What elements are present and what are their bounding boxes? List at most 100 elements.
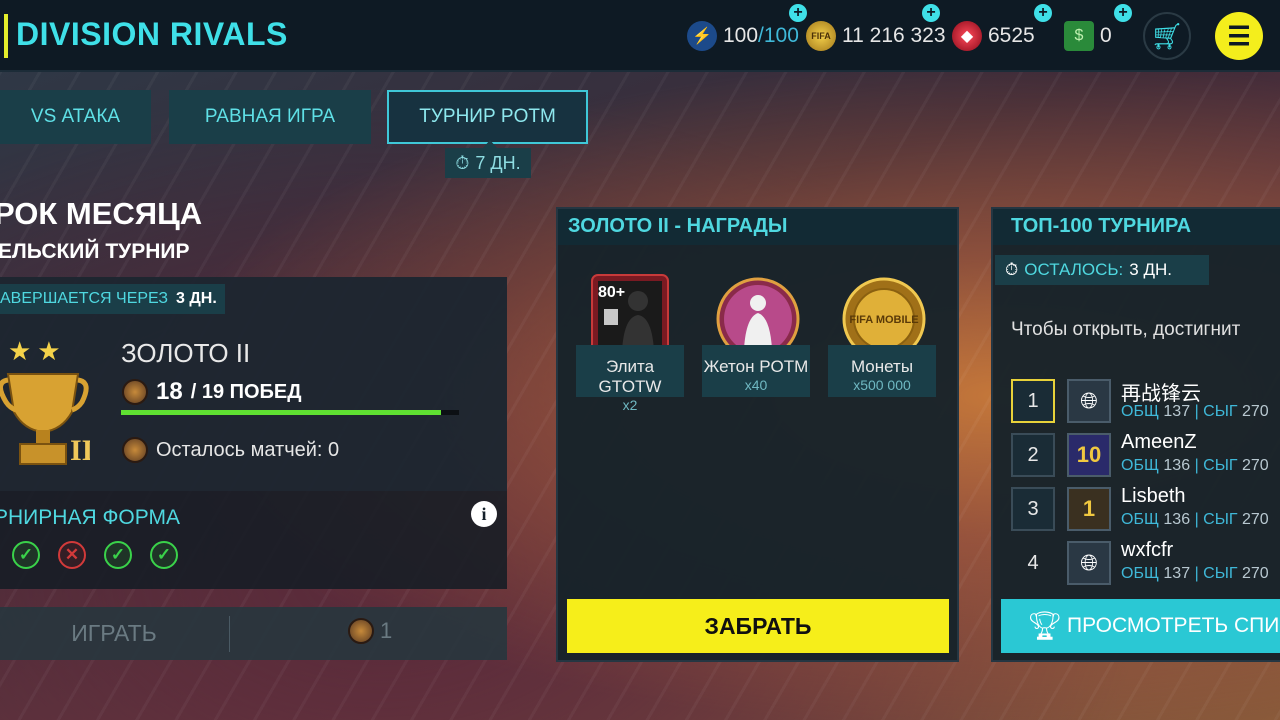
energy-max: /100 (758, 24, 799, 47)
claim-button[interactable]: ЗАБРАТЬ (567, 599, 949, 653)
play-cost-value: 1 (380, 618, 393, 643)
play-divider (229, 616, 230, 652)
player-stats: ОБЩ 137 | СЫГ 270 (1121, 565, 1269, 582)
wins-current: 18 (156, 378, 183, 405)
gem-icon: ◆ (952, 21, 982, 51)
tier-stars: ★★ (8, 336, 67, 366)
ends-label: АВЕРШАЕТСЯ ЧЕРЕЗ (0, 290, 169, 307)
cart-icon: 🛒︎ (1150, 20, 1184, 51)
leaderboard-row[interactable]: 1 🌐︎ 再战锋云 ОБЩ 137 | СЫГ 270 (1009, 377, 1280, 425)
player-name: Lisbeth (1121, 485, 1186, 507)
reward-item[interactable]: Монеты x500 000 (828, 345, 936, 397)
tab-vs-attack[interactable]: VS АТАКА (0, 90, 151, 144)
wins-progress-fill (121, 410, 442, 415)
matches-left-row: Осталось матчей: 0 (122, 437, 339, 463)
leaderboard-row[interactable]: 4 🌐︎ wxfcfr ОБЩ 137 | СЫГ 270 (1009, 539, 1280, 587)
trophy-icon: II (0, 373, 90, 467)
top-bar: DIVISION RIVALS ⚡ 100/100 + FIFA 11 216 … (0, 0, 1280, 72)
win-check-icon: ✓ (12, 541, 40, 569)
leaderboard-row[interactable]: 2 10 AmeenZ ОБЩ 136 | СЫГ 270 (1009, 431, 1280, 479)
cash-counter[interactable]: $ 0 + (1064, 4, 1132, 52)
tab-timer: ⏱ 7 ДН. (445, 140, 531, 178)
leaderboard-row[interactable]: 3 1 Lisbeth ОБЩ 136 | СЫГ 270 (1009, 485, 1280, 533)
tab-timer-value: 7 ДН. (475, 152, 521, 173)
trophy-medal-icon (122, 379, 148, 405)
match-token-icon (348, 618, 374, 644)
trophy-icon: 🏆︎ (1027, 610, 1063, 641)
play-button[interactable]: ИГРАТЬ (0, 607, 228, 660)
objectives-menu-button[interactable]: ☰ (1215, 12, 1263, 60)
add-cash-button[interactable]: + (1114, 4, 1132, 22)
coins-counter[interactable]: FIFA 11 216 323 + (806, 4, 946, 52)
tab-potm-tournament[interactable]: ТУРНИР POTM (387, 90, 588, 144)
globe-avatar-icon: 🌐︎ (1067, 379, 1111, 423)
event-title: РОК МЕСЯЦА (0, 196, 203, 231)
top100-title: ТОП-100 ТУРНИРА (993, 209, 1280, 245)
page-title: DIVISION RIVALS (16, 16, 288, 52)
remain-label: ОСТАЛОСЬ: (1024, 260, 1124, 279)
top100-panel: ТОП-100 ТУРНИРА ⏱ ОСТАЛОСЬ: 3 ДН. Чтобы … (991, 207, 1280, 662)
ends-value: 3 ДН. (176, 290, 217, 307)
play-cost: 1 (348, 618, 392, 644)
trophy-numeral: II (70, 434, 90, 467)
add-gems-button[interactable]: + (1034, 4, 1052, 22)
checklist-icon: ☰ (1227, 20, 1251, 51)
wins-progress-bar (121, 410, 459, 415)
info-icon[interactable]: i (471, 501, 497, 527)
form-label: РНИРНАЯ ФОРМА (0, 506, 181, 529)
reward-name: Монеты (850, 357, 914, 376)
coin-label: FIFA MOBILE (849, 314, 918, 326)
loss-cross-icon: ✕ (58, 541, 86, 569)
gems-counter[interactable]: ◆ 6525 + (952, 4, 1052, 52)
tier-name: ЗОЛОТО II (121, 338, 251, 368)
lightning-icon: ⚡ (687, 21, 717, 51)
tab-head-to-head[interactable]: РАВНАЯ ИГРА (169, 90, 371, 144)
rewards-panel: ЗОЛОТО II - НАГРАДЫ 80+ Элита GTOTW x2 Ж… (556, 207, 959, 662)
reward-item[interactable]: Элита GTOTW x2 (576, 345, 684, 413)
view-list-label: ПРОСМОТРЕТЬ СПИ (1067, 614, 1280, 637)
wins-total: / 19 ПОБЕД (190, 380, 302, 403)
wins-row: 18 / 19 ПОБЕД (122, 378, 302, 406)
coin-icon: FIFA (806, 21, 836, 51)
reward-name: Жетон POTM (703, 357, 809, 376)
stopwatch-icon: ⏱ (455, 152, 470, 173)
form-results: ✓ ✕ ✓ ✓ (12, 541, 178, 569)
rank-badge: 1 (1011, 379, 1055, 423)
elite-pack-badge: 80+ (598, 284, 625, 301)
reward-name: Элита GTOTW (598, 357, 662, 396)
player-name: wxfcfr (1121, 539, 1174, 561)
rank-badge: 3 (1011, 487, 1055, 531)
energy-counter[interactable]: ⚡ 100/100 + (687, 4, 807, 52)
event-subtitle: ЕЛЬСКИЙ ТУРНИР (0, 240, 190, 263)
unlock-hint: Чтобы открыть, достигнит (1011, 319, 1241, 340)
player-name: 再战锋云 (1121, 383, 1201, 405)
rewards-title: ЗОЛОТО II - НАГРАДЫ (558, 209, 957, 245)
win-check-icon: ✓ (104, 541, 132, 569)
reward-qty: x40 (744, 377, 768, 393)
globe-avatar-icon: 🌐︎ (1067, 541, 1111, 585)
add-coins-button[interactable]: + (922, 4, 940, 22)
gems-value: 6525 (988, 24, 1035, 47)
cash-value: 0 (1100, 24, 1112, 47)
reward-qty: x2 (622, 397, 638, 413)
remain-value: 3 ДН. (1129, 260, 1172, 279)
reward-item[interactable]: Жетон POTM x40 (702, 345, 810, 397)
rank-badge: 4 (1027, 551, 1039, 574)
player-stats: ОБЩ 137 | СЫГ 270 (1121, 403, 1269, 420)
reward-qty: x500 000 (853, 377, 911, 393)
energy-value: 100 (723, 24, 759, 47)
add-energy-button[interactable]: + (789, 4, 807, 22)
matches-left: Осталось матчей: 0 (156, 438, 340, 461)
match-token-icon (122, 437, 148, 463)
player-name: AmeenZ (1121, 431, 1197, 453)
shop-cart-button[interactable]: 🛒︎ (1143, 12, 1191, 60)
coins-value: 11 216 323 (842, 24, 946, 47)
view-list-button[interactable]: 🏆︎ ПРОСМОТРЕТЬ СПИ (1001, 599, 1280, 653)
player-stats: ОБЩ 136 | СЫГ 270 (1121, 511, 1269, 528)
ends-chip: АВЕРШАЕТСЯ ЧЕРЕЗ 3 ДН. (0, 284, 225, 314)
rank-badge: 2 (1011, 433, 1055, 477)
title-accent (4, 14, 8, 58)
trophy-avatar-icon: 1 (1067, 487, 1111, 531)
player-stats: ОБЩ 136 | СЫГ 270 (1121, 457, 1269, 474)
stopwatch-icon: ⏱ (1005, 260, 1019, 279)
